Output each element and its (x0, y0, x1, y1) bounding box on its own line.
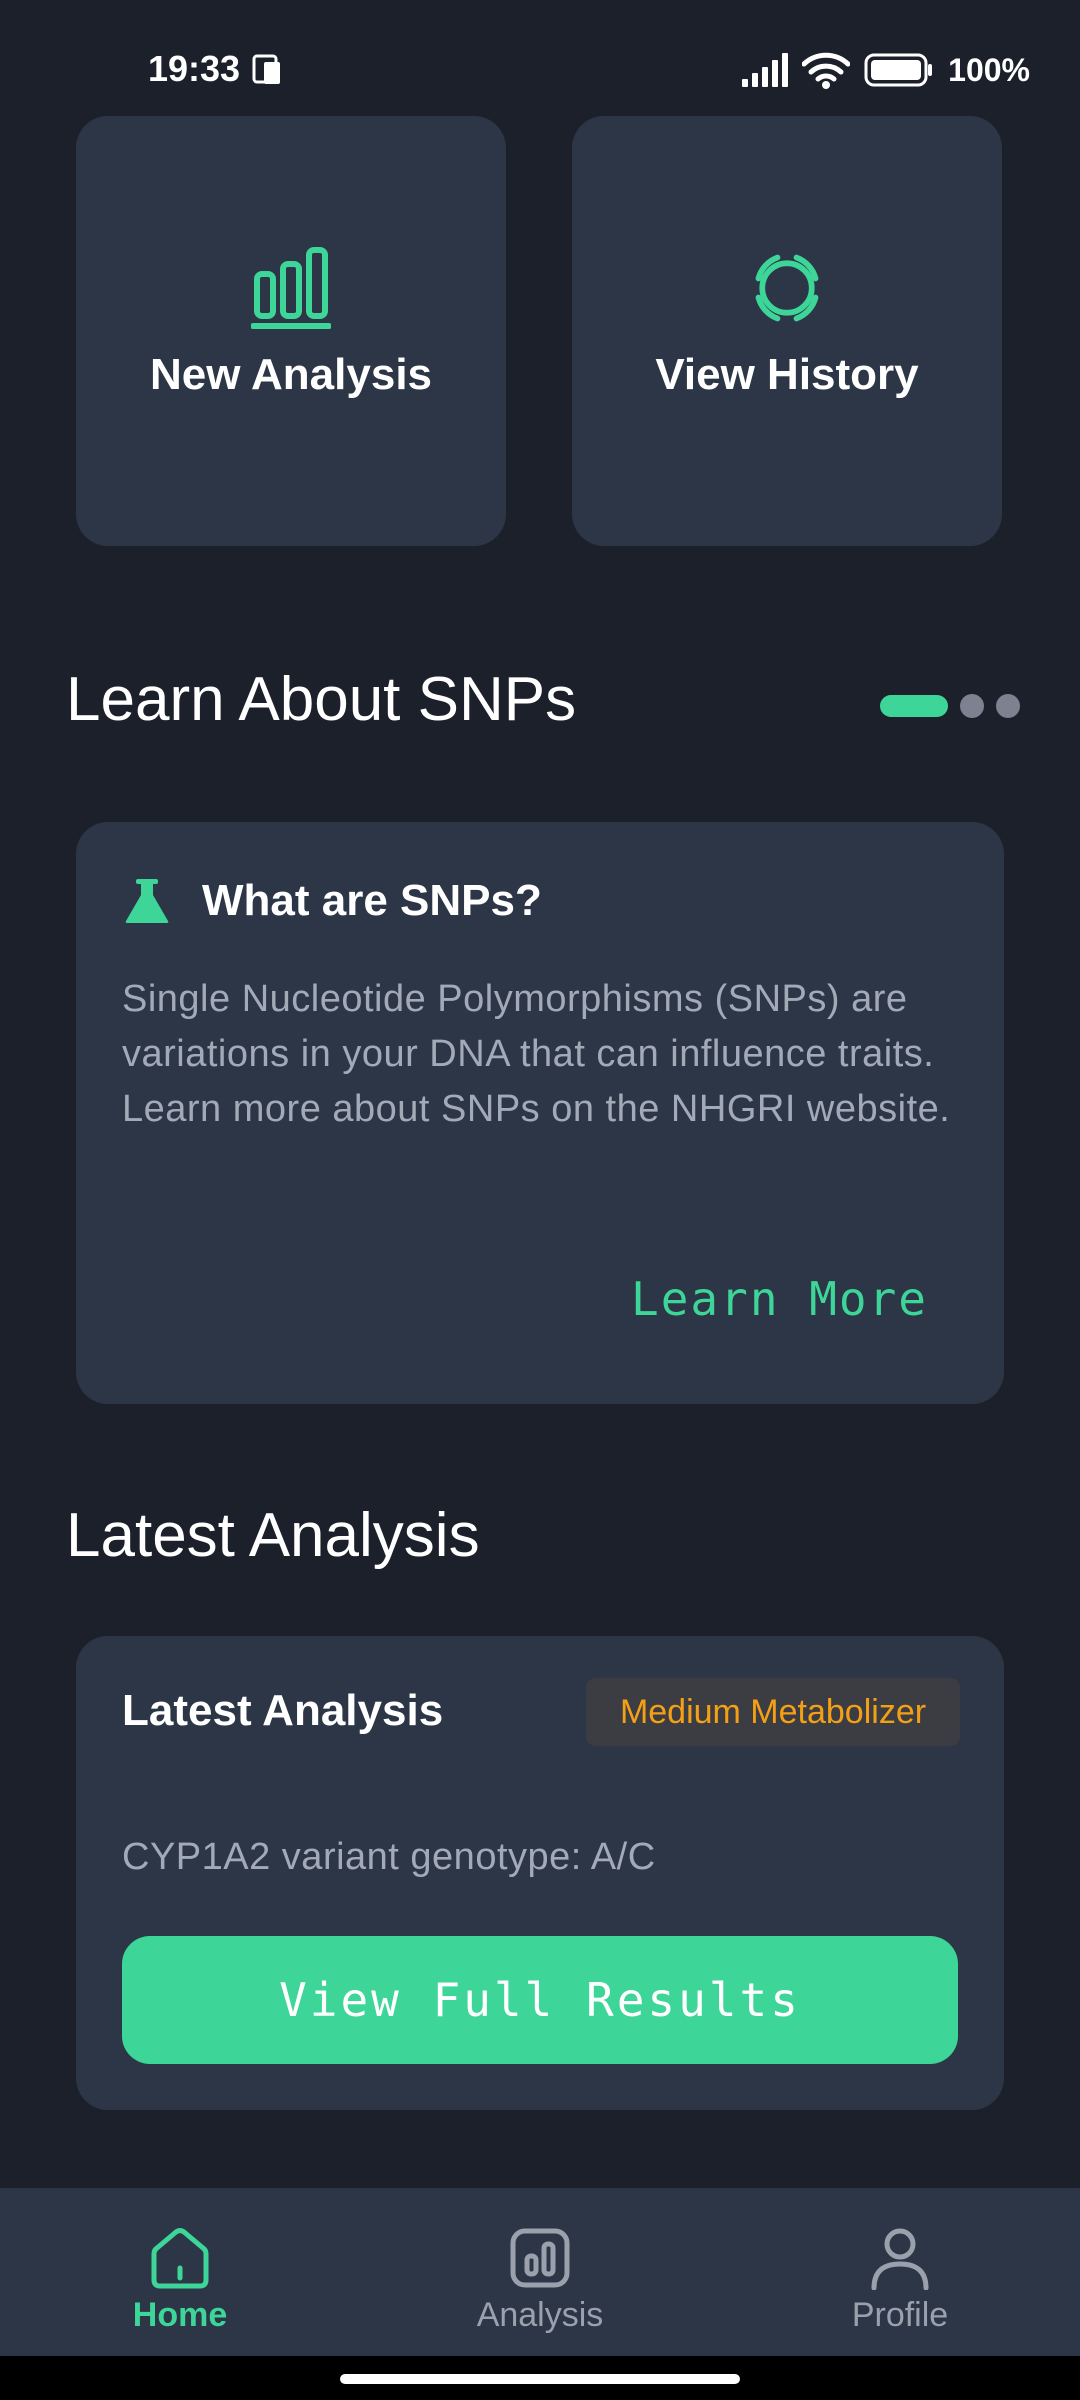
learn-more-link[interactable]: Learn More (631, 1272, 928, 1326)
view-history-card[interactable]: View History (572, 116, 1002, 546)
bar-chart-icon (251, 247, 331, 329)
history-ring-icon (755, 254, 819, 322)
pager-dot-active[interactable] (880, 695, 948, 717)
info-card-body: Single Nucleotide Polymorphisms (SNPs) a… (122, 978, 951, 1130)
status-right: 100% (740, 50, 1030, 90)
pager-dot[interactable] (996, 694, 1020, 718)
status-bar: 19:33 100% (0, 0, 1080, 112)
genotype-text: CYP1A2 variant genotype: A/C (122, 1836, 656, 1878)
home-indicator[interactable] (340, 2374, 740, 2384)
info-card-header: What are SNPs? (122, 876, 542, 926)
home-icon (151, 2228, 209, 2289)
signal-icon (742, 53, 789, 87)
view-full-results-button[interactable]: View Full Results (122, 1936, 958, 2064)
nav-label-analysis: Analysis (476, 2296, 604, 2334)
view-history-label: View History (655, 350, 919, 399)
carousel-pager[interactable] (880, 694, 1020, 718)
latest-analysis-card: Latest Analysis Medium Metabolizer CYP1A… (76, 1636, 1004, 2110)
profile-icon (871, 2228, 929, 2290)
learn-section-title: Learn About SNPs (66, 665, 577, 734)
bottom-nav: Home Analysis Profile (0, 2188, 1080, 2356)
nav-item-analysis[interactable]: Analysis (410, 2188, 670, 2356)
analysis-icon (510, 2228, 570, 2288)
latest-section-title: Latest Analysis (66, 1501, 480, 1570)
info-card-title: What are SNPs? (202, 876, 542, 925)
new-analysis-label: New Analysis (149, 350, 433, 399)
battery-icon (864, 53, 933, 87)
snp-info-card: What are SNPs? Single Nucleotide Polymor… (76, 822, 1004, 1404)
latest-card-title: Latest Analysis (122, 1686, 444, 1735)
nav-label-home: Home (132, 2296, 228, 2334)
battery-percent: 100% (948, 51, 1030, 88)
nav-item-profile[interactable]: Profile (770, 2188, 1030, 2356)
status-time: 19:33 (148, 48, 241, 89)
nav-item-home[interactable]: Home (50, 2188, 310, 2356)
new-analysis-card[interactable]: New Analysis (76, 116, 506, 546)
wifi-icon (802, 52, 851, 89)
flask-icon (125, 879, 169, 923)
home-screen: 19:33 100% New Analysis View History Lea… (0, 0, 1080, 2400)
metabolizer-badge: Medium Metabolizer (586, 1678, 960, 1746)
nav-label-profile: Profile (851, 2296, 949, 2334)
pager-dot[interactable] (960, 694, 984, 718)
sim-card-icon (252, 54, 280, 84)
